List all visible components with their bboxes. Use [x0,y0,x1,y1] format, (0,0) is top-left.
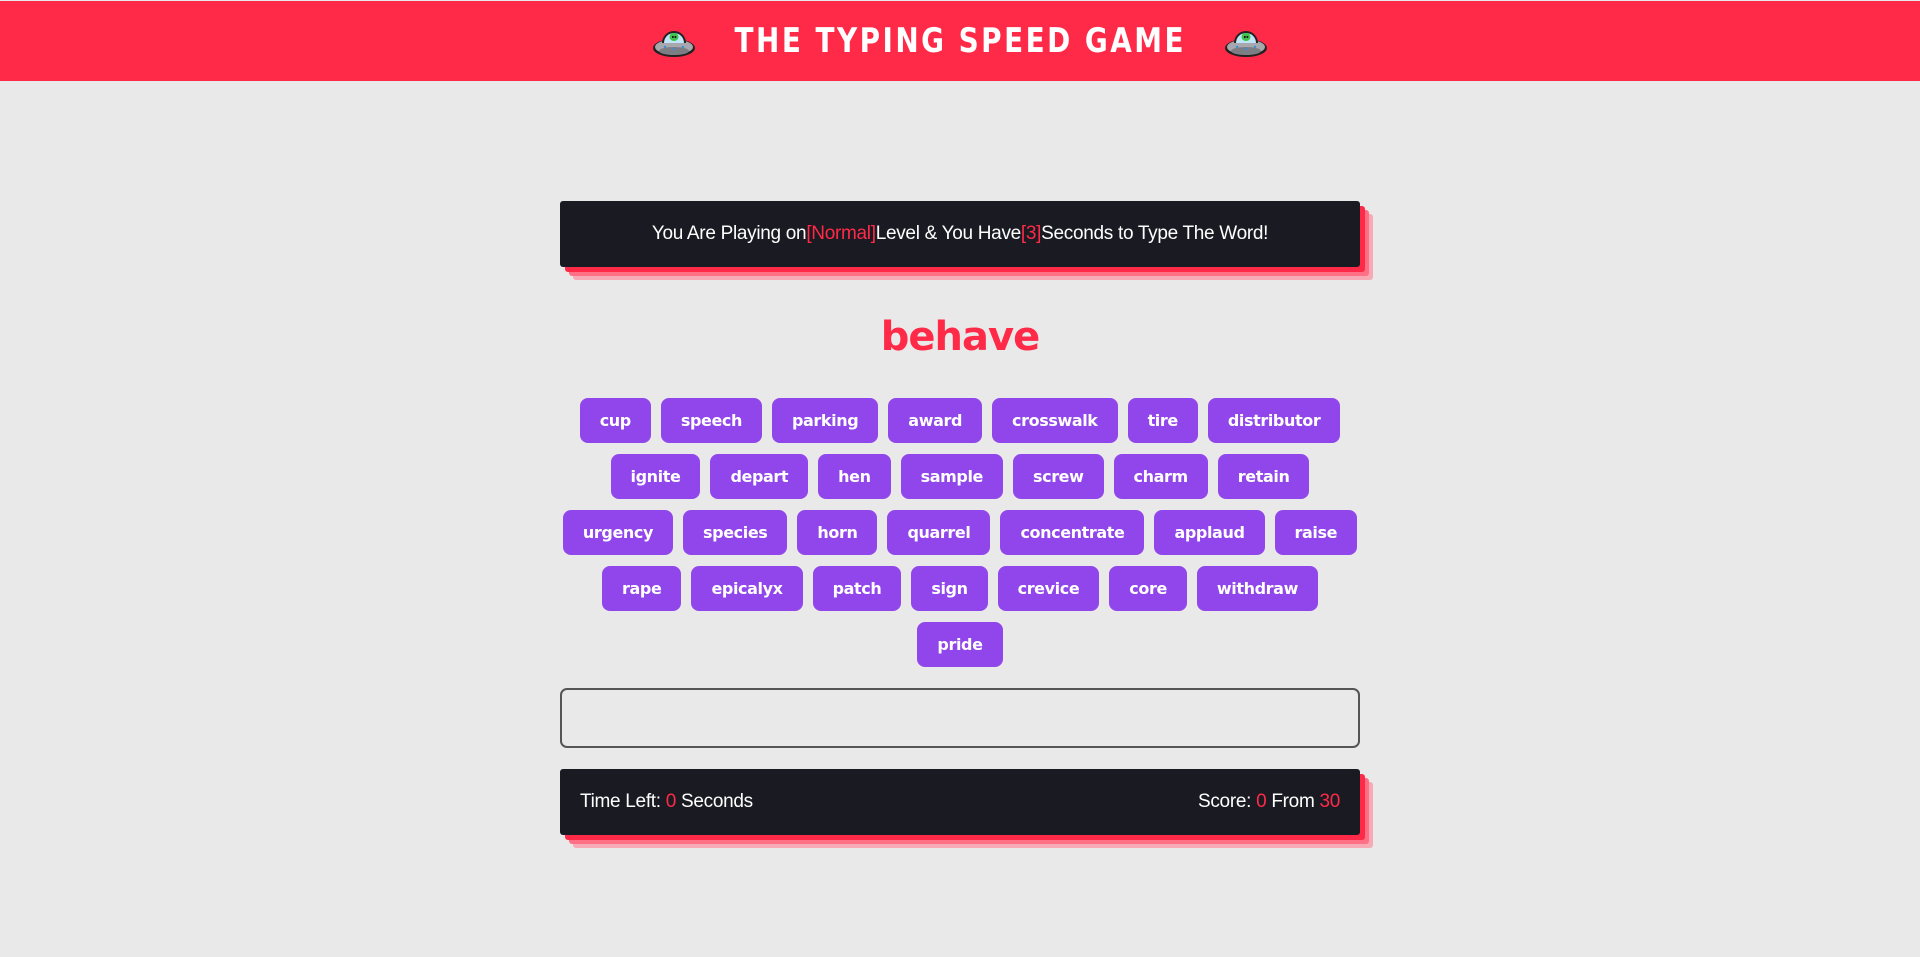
time-left: Time Left: 0 Seconds [580,791,753,813]
word-chip: horn [797,510,878,555]
word-chip: retain [1217,454,1310,499]
word-chip: crosswalk [992,398,1118,443]
game-container: You Are Playing on [Normal] Level & You … [560,201,1360,835]
time-value: 0 [665,791,677,812]
word-chip: sign [911,566,988,611]
page-title: The Typing Speed Game [734,21,1186,61]
upcoming-words: cup speech parking award crosswalk tire distri… [560,398,1360,667]
game-header: The Typing Speed Game [0,1,1920,81]
word-chip: hen [818,454,891,499]
message-middle: Level & You Have [875,223,1022,244]
score: Score: 0 From 30 [1198,791,1340,813]
word-chip: depart [710,454,809,499]
message-prefix: You Are Playing on [651,223,807,244]
word-chip: core [1109,566,1187,611]
word-chip: tire [1127,398,1198,443]
typing-input[interactable] [560,688,1360,748]
status-bar: Time Left: 0 Seconds Score: 0 From 30 [560,769,1360,835]
time-unit: Seconds [681,791,753,812]
word-chip: raise [1274,510,1358,555]
score-total: 30 [1319,791,1340,812]
word-chip: screw [1012,454,1104,499]
word-chip: species [683,510,788,555]
word-chip: quarrel [887,510,991,555]
current-word: behave [880,314,1040,360]
level-name: [Normal] [806,223,876,244]
word-chip: urgency [562,510,674,555]
word-chip: speech [660,398,762,443]
ufo-alien-icon [652,31,695,57]
word-chip: cup [579,398,651,443]
word-chip: epicalyx [691,566,803,611]
level-message: You Are Playing on [Normal] Level & You … [560,201,1360,267]
word-chip: charm [1113,454,1208,499]
message-suffix: Seconds to Type The Word! [1041,223,1269,244]
word-chip: crevice [997,566,1100,611]
level-seconds: [3] [1020,223,1042,244]
score-value: 0 [1256,791,1267,812]
word-chip: sample [900,454,1003,499]
word-chip: rape [602,566,682,611]
word-chip: pride [917,622,1003,667]
ufo-alien-icon [1225,31,1268,57]
score-label: Score: [1197,791,1257,812]
score-from: From [1271,791,1320,812]
word-chip: award [888,398,983,443]
word-chip: withdraw [1196,566,1318,611]
word-chip: ignite [610,454,701,499]
time-label: Time Left: [580,791,666,812]
word-chip: parking [771,398,879,443]
word-chip: applaud [1154,510,1265,555]
word-chip: distributor [1207,398,1341,443]
word-chip: patch [812,566,902,611]
word-chip: concentrate [1000,510,1145,555]
